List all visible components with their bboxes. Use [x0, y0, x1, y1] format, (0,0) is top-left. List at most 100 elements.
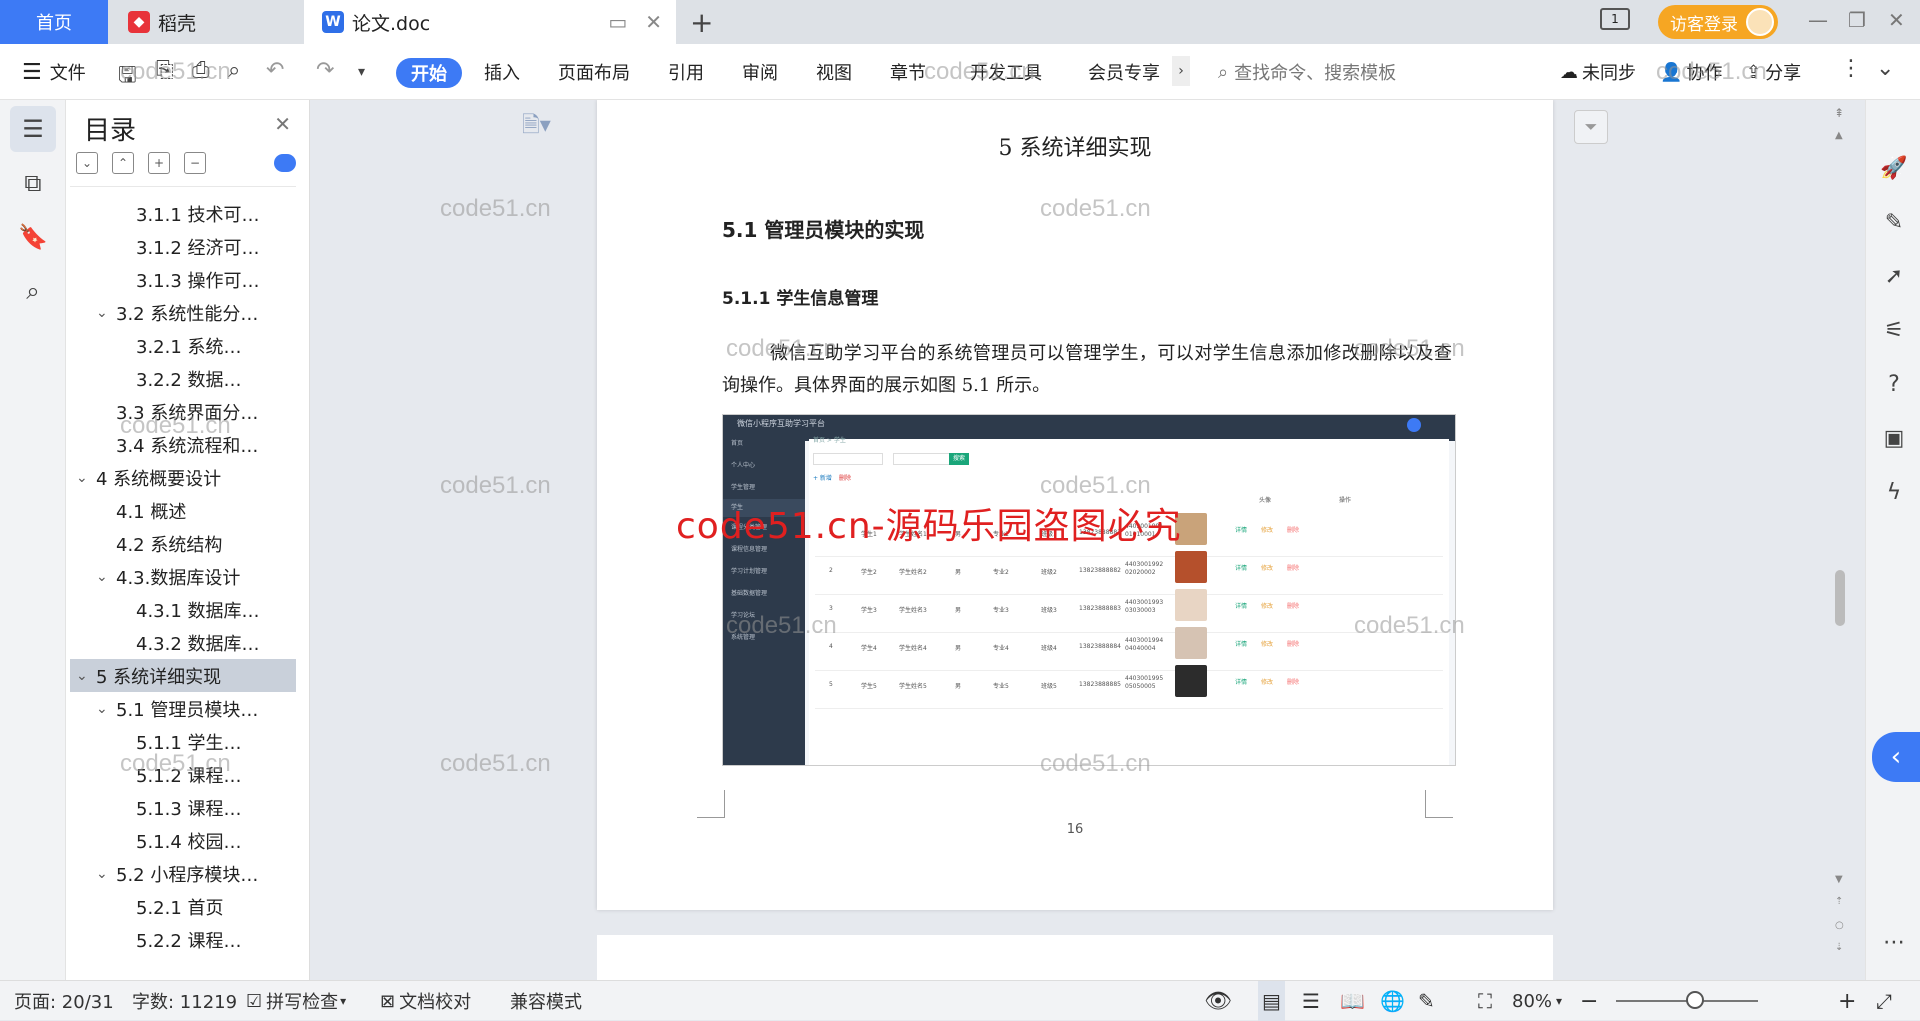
rocket-icon[interactable]: 🚀 [1878, 152, 1910, 184]
command-search[interactable]: ⌕ 查找命令、搜索模板 [1218, 44, 1396, 100]
tab-docer[interactable]: ◆ 稻壳 [110, 0, 300, 44]
remove-heading-icon[interactable]: − [184, 152, 206, 174]
collapse-all-icon[interactable]: ⌃ [112, 152, 134, 174]
proofread-button[interactable]: ⊠ 文档校对 [380, 981, 471, 1021]
chevron-down-icon[interactable]: ⌄ [76, 470, 96, 486]
chevron-down-icon[interactable]: ⌄ [96, 569, 116, 585]
tab-document[interactable]: W 论文.doc ▭ ✕ [304, 0, 676, 44]
zoom-in-icon[interactable]: + [1838, 981, 1856, 1021]
write-view-icon[interactable]: ✎ [1418, 981, 1435, 1021]
tab-home[interactable]: 首页 [0, 0, 108, 44]
expand-all-icon[interactable]: ⌄ [76, 152, 98, 174]
outline-view-icon[interactable]: ☰ [1302, 981, 1320, 1021]
quick-access-dropdown-icon[interactable]: ▾ [358, 64, 365, 80]
next-page-icon[interactable]: ⇣ [1835, 942, 1843, 953]
tab-references[interactable]: 引用 [668, 44, 704, 100]
toc-item[interactable]: 4.3.1 数据库… [70, 593, 296, 626]
toc-item[interactable]: ⌄ 5 系统详细实现 [70, 659, 296, 692]
document-scrollbar[interactable]: ⇞ ▲ ▼ ⇡ ○ ⇣ [1829, 100, 1851, 980]
scroll-down-icon[interactable]: ▼ [1835, 874, 1843, 885]
zoom-out-icon[interactable]: − [1580, 981, 1598, 1021]
help-icon[interactable]: ? [1878, 368, 1910, 400]
save-icon[interactable]: 🖫 [118, 58, 137, 96]
fullscreen-icon[interactable]: ⤢ [1876, 981, 1892, 1021]
select-browse-icon[interactable]: ○ [1835, 920, 1844, 931]
toc-item[interactable]: 5.2.1 首页 [70, 890, 296, 923]
image-tool-icon[interactable]: ▣ [1878, 422, 1910, 454]
share-button[interactable]: ⇪ 分享 [1746, 44, 1801, 100]
cursor-icon[interactable]: ➚ [1878, 260, 1910, 292]
toc-item[interactable]: ⌄ 5.2 小程序模块… [70, 857, 296, 890]
tab-insert[interactable]: 插入 [484, 44, 520, 100]
tab-close-icon[interactable]: ✕ [645, 10, 662, 34]
tab-page-layout[interactable]: 页面布局 [558, 44, 630, 100]
toc-item[interactable]: 3.4 系统流程和… [70, 428, 296, 461]
page-count-icon[interactable]: 1 [1600, 8, 1630, 30]
tab-window-icon[interactable]: ▭ [608, 10, 627, 34]
minimize-icon[interactable]: — [1808, 8, 1828, 32]
chevron-down-icon[interactable]: ⌄ [96, 305, 116, 321]
toc-item[interactable]: 3.2.1 系统… [70, 329, 296, 362]
redo-icon[interactable]: ↷ [316, 58, 334, 83]
tab-chapter[interactable]: 章节 [890, 44, 926, 100]
file-menu[interactable]: ☰ 文件 [22, 44, 86, 100]
toc-item[interactable]: 3.3 系统界面分… [70, 395, 296, 428]
print-preview-icon[interactable]: ⌕ [228, 58, 240, 83]
new-tab-button[interactable]: + [690, 6, 713, 39]
sync-status-button[interactable]: ☁ 未同步 [1560, 44, 1636, 100]
close-icon[interactable]: ✕ [274, 112, 291, 136]
toc-item[interactable]: 3.1.3 操作可… [70, 263, 296, 296]
toc-item[interactable]: 4.1 概述 [70, 494, 296, 527]
tab-start[interactable]: 开始 [396, 58, 462, 88]
find-icon[interactable]: ⌕ [10, 268, 56, 314]
zoom-level[interactable]: 80% ▾ [1512, 981, 1562, 1021]
tab-review[interactable]: 审阅 [742, 44, 778, 100]
toc-item[interactable]: ⌄ 5.1 管理员模块… [70, 692, 296, 725]
toc-item[interactable]: 5.1.2 课程… [70, 758, 296, 791]
hide-whitespace-icon[interactable]: ⏷ [1574, 110, 1608, 144]
more-tabs-chevron-icon[interactable]: › [1172, 56, 1190, 86]
undo-icon[interactable]: ↶ [266, 58, 284, 83]
next-page[interactable] [597, 935, 1553, 980]
toc-item[interactable]: ⌄ 3.2 系统性能分… [70, 296, 296, 329]
fit-page-icon[interactable]: ⛶ [1478, 981, 1492, 1021]
scroll-thumb[interactable] [1835, 570, 1845, 626]
toc-item[interactable]: 3.2.2 数据… [70, 362, 296, 395]
word-count[interactable]: 字数: 11219 [132, 981, 237, 1021]
toc-item[interactable]: 3.1.1 技术可… [70, 197, 296, 230]
toc-item[interactable]: 5.1.4 校园… [70, 824, 296, 857]
prev-page-icon[interactable]: ⇡ [1835, 896, 1843, 907]
print-icon[interactable]: ⎙ [192, 58, 210, 83]
tab-developer[interactable]: 开发工具 [970, 44, 1042, 100]
sliders-icon[interactable]: ⚟ [1878, 314, 1910, 346]
scroll-up-icon[interactable]: ▲ [1835, 130, 1843, 141]
chevron-down-icon[interactable]: ⌄ [96, 866, 116, 882]
side-panel-collapse-button[interactable]: ‹ [1872, 732, 1920, 782]
collapse-ribbon-icon[interactable]: ⌄ [1876, 56, 1894, 81]
restore-icon[interactable]: ❐ [1848, 8, 1866, 32]
page-menu-icon[interactable]: 🗎▾ [522, 108, 551, 146]
eye-protection-icon[interactable]: 👁 [1204, 981, 1232, 1021]
chevron-down-icon[interactable]: ⌄ [76, 668, 96, 684]
lightning-icon[interactable]: ϟ [1878, 476, 1910, 508]
scroll-top-icon[interactable]: ⇞ [1834, 106, 1844, 120]
bookmark-icon[interactable]: 🔖 [10, 214, 56, 260]
pen-icon[interactable]: ✎ [1878, 206, 1910, 238]
toc-item[interactable]: 3.1.2 经济可… [70, 230, 296, 263]
page-indicator[interactable]: 页面: 20/31 [14, 981, 114, 1021]
search-input[interactable]: 查找命令、搜索模板 [1234, 59, 1396, 85]
navigation-pane-icon[interactable]: ⧉ [10, 160, 56, 206]
toc-item[interactable]: 5.1.3 课程… [70, 791, 296, 824]
toc-item[interactable]: 5.2.2 课程… [70, 923, 296, 956]
export-pdf-icon[interactable]: ⎘ [156, 58, 174, 83]
more-options-icon[interactable]: ⋮ [1840, 56, 1862, 81]
more-tools-icon[interactable]: ⋯ [1878, 926, 1910, 958]
visitor-login-button[interactable]: 访客登录 [1658, 5, 1778, 39]
toc-item[interactable]: 5.1.1 学生… [70, 725, 296, 758]
window-close-icon[interactable]: ✕ [1888, 8, 1905, 32]
chevron-down-icon[interactable]: ⌄ [96, 701, 116, 717]
toc-item[interactable]: 4.2 系统结构 [70, 527, 296, 560]
toc-item[interactable]: ⌄ 4 系统概要设计 [70, 461, 296, 494]
spellcheck-button[interactable]: ☑ 拼写检查 ▾ [246, 981, 346, 1021]
toc-item[interactable]: 4.3.2 数据库… [70, 626, 296, 659]
